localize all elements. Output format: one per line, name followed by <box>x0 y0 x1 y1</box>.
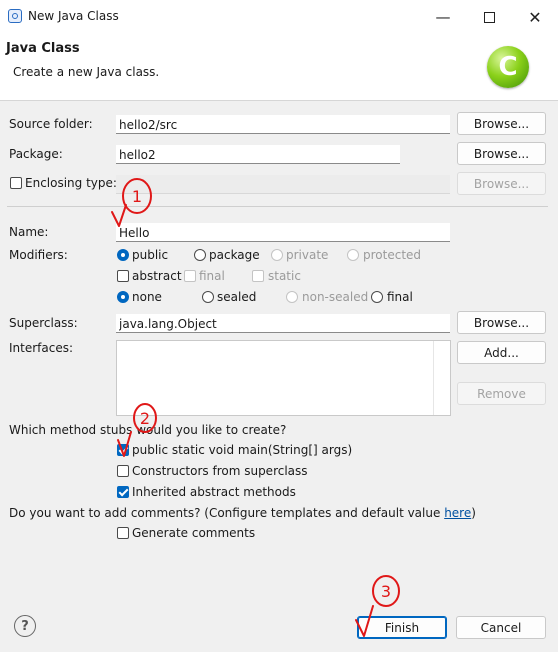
public-radio[interactable] <box>117 249 129 261</box>
protected-radio <box>347 249 359 261</box>
package-label: Package: <box>9 147 63 161</box>
annotation-circle-3 <box>372 575 400 607</box>
interfaces-label: Interfaces: <box>9 341 74 355</box>
package-browse-button[interactable]: Browse... <box>457 142 546 165</box>
new-class-logo-icon: C <box>487 46 529 88</box>
source-folder-input[interactable] <box>116 115 450 134</box>
protected-label: protected <box>363 248 422 262</box>
superclass-input[interactable] <box>116 314 450 333</box>
generate-comments-label: Generate comments <box>132 526 256 540</box>
close-icon[interactable]: ✕ <box>512 0 558 34</box>
separator <box>7 206 548 207</box>
page-subtitle: Create a new Java class. <box>13 65 160 79</box>
enclosing-type-checkbox[interactable] <box>10 177 22 189</box>
comments-question-text: Do you want to add comments? (Configure … <box>9 506 445 520</box>
public-label: public <box>132 248 169 262</box>
abstract-checkbox[interactable] <box>117 270 129 282</box>
comments-question: Do you want to add comments? (Configure … <box>9 506 476 520</box>
private-label: private <box>286 248 329 262</box>
final-label: final <box>199 269 225 283</box>
inherited-abstract-label: Inherited abstract methods <box>132 485 296 499</box>
remove-interface-button: Remove <box>457 382 546 405</box>
main-method-label: public static void main(String[] args) <box>132 443 353 457</box>
abstract-label: abstract <box>132 269 182 283</box>
stubs-question: Which method stubs would you like to cre… <box>9 423 287 437</box>
superclass-label: Superclass: <box>9 316 78 330</box>
package-modifier-label: package <box>209 248 260 262</box>
page-title: Java Class <box>6 41 80 56</box>
eclipse-app-icon <box>8 9 22 23</box>
non-sealed-label: non-sealed <box>302 290 369 304</box>
package-input[interactable] <box>116 145 400 164</box>
source-folder-browse-button[interactable]: Browse... <box>457 112 546 135</box>
add-interface-button[interactable]: Add... <box>457 341 546 364</box>
minimize-icon[interactable]: — <box>420 0 466 34</box>
finish-button[interactable]: Finish <box>357 616 447 639</box>
cancel-button[interactable]: Cancel <box>456 616 546 639</box>
non-sealed-radio <box>286 291 298 303</box>
none-radio[interactable] <box>117 291 129 303</box>
final-checkbox <box>184 270 196 282</box>
main-method-checkbox[interactable] <box>117 444 129 456</box>
enclosing-type-input <box>116 175 450 194</box>
enclosing-type-label: Enclosing type: <box>25 176 117 190</box>
none-label: none <box>132 290 162 304</box>
modifiers-label: Modifiers: <box>9 248 68 262</box>
name-label: Name: <box>9 225 49 239</box>
constructors-checkbox[interactable] <box>117 465 129 477</box>
generate-comments-checkbox[interactable] <box>117 527 129 539</box>
window-title: New Java Class <box>28 9 119 23</box>
static-label: static <box>268 269 301 283</box>
sealed-label: sealed <box>217 290 257 304</box>
interfaces-scrollbar[interactable] <box>433 341 450 415</box>
final-inheritance-radio[interactable] <box>371 291 383 303</box>
final-inheritance-label: final <box>387 290 413 304</box>
name-input[interactable] <box>116 223 450 242</box>
package-radio[interactable] <box>194 249 206 261</box>
comments-question-suffix: ) <box>471 506 476 520</box>
static-checkbox <box>252 270 264 282</box>
configure-templates-link[interactable]: here <box>444 506 471 520</box>
annotation-number-3: 3 <box>381 582 391 601</box>
interfaces-list[interactable] <box>116 340 451 416</box>
sealed-radio[interactable] <box>202 291 214 303</box>
enclosing-type-browse-button: Browse... <box>457 172 546 195</box>
inherited-abstract-checkbox[interactable] <box>117 486 129 498</box>
help-icon[interactable]: ? <box>14 615 36 637</box>
superclass-browse-button[interactable]: Browse... <box>457 311 546 334</box>
private-radio <box>271 249 283 261</box>
constructors-label: Constructors from superclass <box>132 464 308 478</box>
maximize-icon[interactable] <box>466 0 512 34</box>
source-folder-label: Source folder: <box>9 117 93 131</box>
